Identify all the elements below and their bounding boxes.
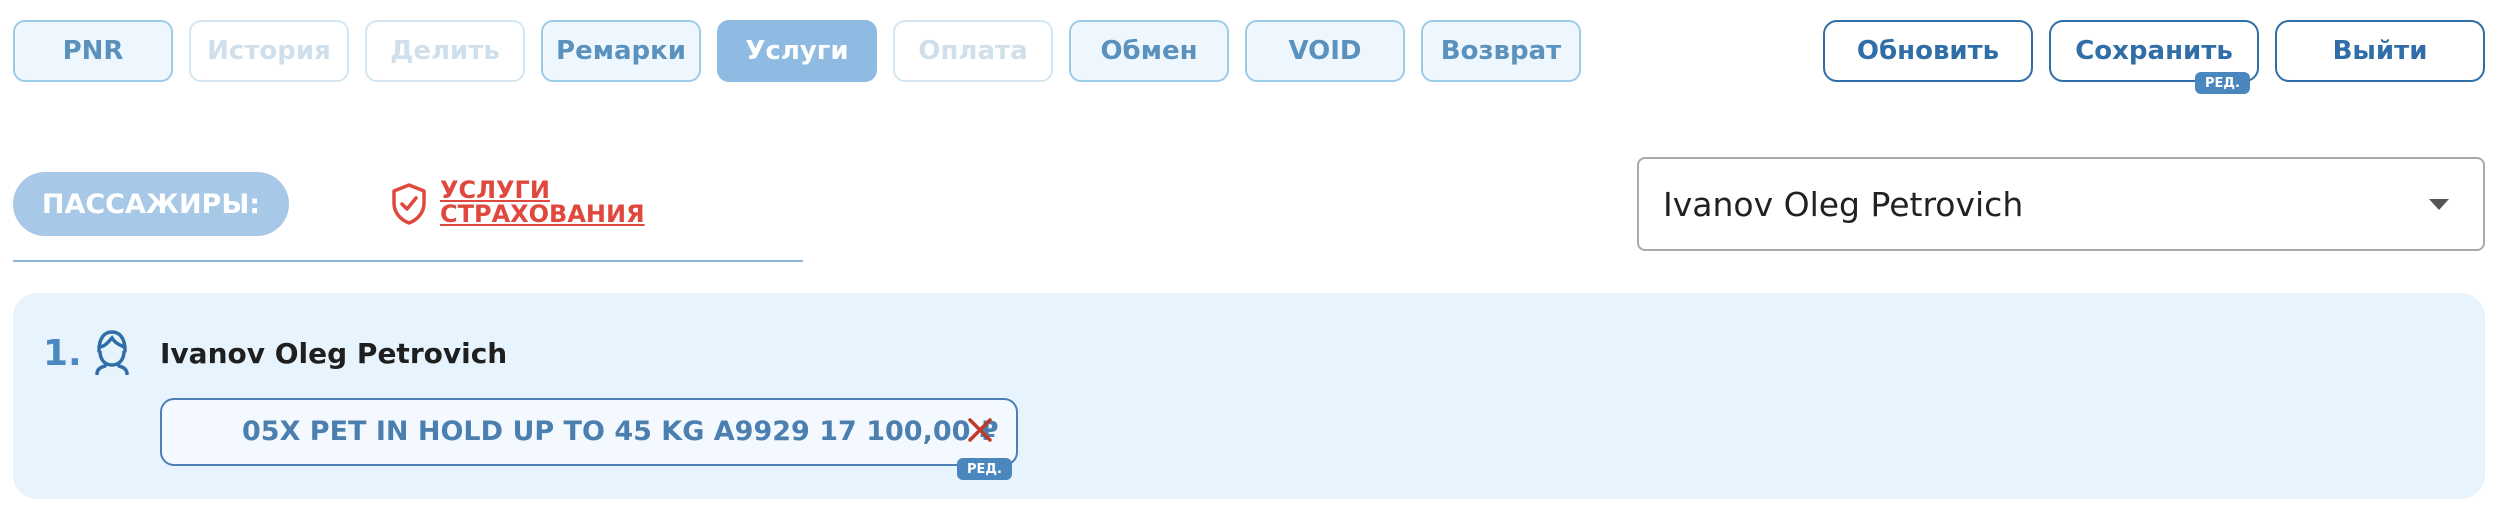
tab-services[interactable]: Услуги xyxy=(717,20,877,82)
tab-remarks[interactable]: Ремарки xyxy=(541,20,701,82)
passenger-name: Ivanov Oleg Petrovich xyxy=(160,337,508,370)
tab-payment[interactable]: Оплата xyxy=(893,20,1053,82)
shield-check-icon xyxy=(392,183,426,225)
tab-history[interactable]: История xyxy=(189,20,349,82)
tab-pnr[interactable]: PNR xyxy=(13,20,173,82)
exit-button[interactable]: Выйти xyxy=(2275,20,2485,82)
tab-exchange[interactable]: Обмен xyxy=(1069,20,1229,82)
service-text: 05X PET IN HOLD UP TO 45 KG A9929 17 100… xyxy=(242,416,999,447)
insurance-link-line1: УСЛУГИ xyxy=(440,176,550,204)
passenger-select-value: Ivanov Oleg Petrovich xyxy=(1663,185,2024,224)
insurance-link-line2: СТРАХОВАНИЯ xyxy=(440,200,645,228)
passenger-number: 1. xyxy=(43,333,82,374)
tab-split[interactable]: Делить xyxy=(365,20,525,82)
section-divider xyxy=(13,260,803,262)
close-icon[interactable] xyxy=(966,416,994,444)
tab-refund[interactable]: Возврат xyxy=(1421,20,1581,82)
person-icon xyxy=(95,330,129,375)
passengers-label: ПАССАЖИРЫ: xyxy=(13,172,289,236)
chevron-down-icon xyxy=(2429,199,2449,210)
tab-void[interactable]: VOID xyxy=(1245,20,1405,82)
passenger-card: 1. Ivanov Oleg Petrovich 05X PET IN HOLD… xyxy=(13,293,2485,499)
refresh-button[interactable]: Обновить xyxy=(1823,20,2033,82)
service-chip[interactable]: 05X PET IN HOLD UP TO 45 KG A9929 17 100… xyxy=(160,398,1018,466)
save-edit-badge: РЕД. xyxy=(2195,72,2250,94)
service-edit-badge: РЕД. xyxy=(957,458,1012,480)
passenger-select[interactable]: Ivanov Oleg Petrovich xyxy=(1637,157,2485,251)
insurance-services-link[interactable]: УСЛУГИ СТРАХОВАНИЯ xyxy=(440,178,645,226)
